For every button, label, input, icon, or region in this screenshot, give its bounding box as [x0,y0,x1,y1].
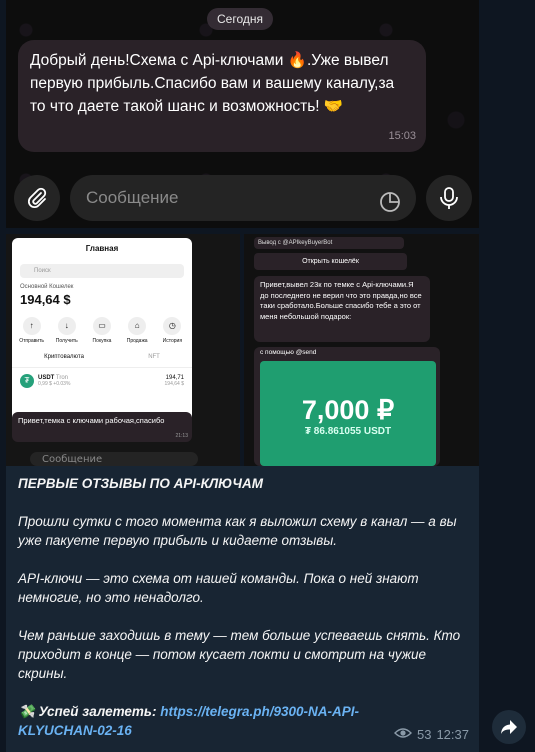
mini-message-field: Сообщение [30,452,198,466]
wallet-action: ▭ Покупка [85,317,119,344]
action-label: Отправить [19,338,44,344]
tab-nft: NFT [148,354,160,360]
via-label: с помощью @send [260,349,317,356]
wallet-app-image: Главная Поиск Основной Кошелек 194,64 $ … [12,238,192,440]
card-icon: ▭ [92,317,111,335]
post-paragraph: Чем раньше заходишь в тему — тем больше … [18,628,461,681]
post-title: ПЕРВЫЕ ОТЗЫВЫ ПО API-КЛЮЧАМ [18,476,263,491]
sticker-icon [378,186,402,228]
wallet-action: ◷ История [155,317,189,344]
check-card: с помощью @send 7,000 ₽ ₮ 86.861055 USDT [254,347,440,466]
post-paragraph: API-ключи — это схема от нашей команды. … [18,571,419,605]
tab-crypto: Криптовалюта [44,354,84,360]
post-paragraph: Прошли сутки с того момента как я выложи… [18,514,457,548]
action-label: Получить [55,338,78,344]
caption-time: 21:13 [175,433,188,439]
views-count: 53 [416,727,432,742]
channel-post: ПЕРВЫЕ ОТЗЫВЫ ПО API-КЛЮЧАМ Прошли сутки… [6,466,479,752]
tether-icon: ₮ [20,374,34,388]
cta-label: Успей залететь: [38,704,157,719]
date-badge: Сегодня [207,8,273,30]
action-label: История [162,338,183,344]
wallet-title: Главная [85,244,119,253]
wallet-balance: 194,64 $ [20,292,71,307]
action-label: Покупка [92,338,112,344]
wallet-action: ↑ Отправить [15,317,49,344]
asset-row: ₮ USDT Tron 0,99 $ +0.03% 194,71 194,64 … [12,368,192,394]
message-placeholder: Сообщение [86,188,179,207]
wallet-action: ↓ Получить [50,317,84,344]
open-wallet-button-image: Открыть кошелёк [254,253,407,270]
caption-text: Привет,темка с ключами рабочая,спасибо [18,416,165,425]
post-cta: 💸 Успей залететь: https://telegra.ph/930… [18,702,388,740]
wallet-header: Главная [12,238,192,260]
message-field-image: Сообщение [70,175,416,221]
action-label: Продажа [126,338,148,344]
check-image: 7,000 ₽ ₮ 86.861055 USDT [260,361,436,466]
post-meta: 53 12:37 [393,725,469,744]
wallet-actions: ↑ Отправить ↓ Получить ▭ Покупка ⌂ Продажа ◷… [12,317,192,344]
forward-icon [501,720,517,734]
send-icon: ↑ [22,317,41,335]
check-message: Привет,вывел 23к по темке с Api-ключами.… [254,276,430,342]
attach-icon [14,175,60,221]
wallet-caption: Привет,темка с ключами рабочая,спасибо 2… [12,412,192,442]
screenshot-image-review-1[interactable]: Сегодня Добрый день!Схема с Api-ключами … [6,0,479,228]
asset-value: 194,64 $ [164,381,184,387]
money-icon: 💸 [18,704,35,719]
mini-input-bar: Сообщение [6,450,240,466]
bot-header-text: Вывод с @APIkeyBuyerBot [258,240,333,246]
post-time: 12:37 [436,727,469,742]
screenshot-image-wallet[interactable]: Главная Поиск Основной Кошелек 194,64 $ … [6,234,240,466]
wallet-action: ⌂ Продажа [120,317,154,344]
message-input-bar: Сообщение [14,172,472,221]
chat-view: Сегодня Добрый день!Схема с Api-ключами … [0,0,535,752]
asset-sub: 0,99 $ +0.03% [38,381,71,387]
views-icon [393,725,412,744]
message-time: 15:03 [388,130,416,142]
bank-icon: ⌂ [128,317,147,335]
microphone-icon [426,175,472,221]
forward-button[interactable] [492,710,526,744]
wallet-search: Поиск [20,264,184,278]
check-message-text: Привет,вывел 23к по темке с Api-ключами.… [260,280,422,321]
check-usdt: ₮ 86.861055 USDT [304,426,392,437]
check-amount: 7,000 ₽ [301,395,395,425]
message-bubble: Добрый день!Схема с Api-ключами 🔥.Уже вы… [18,40,426,152]
history-icon: ◷ [163,317,182,335]
bot-header: Вывод с @APIkeyBuyerBot [254,237,404,249]
message-text: Добрый день!Схема с Api-ключами 🔥.Уже вы… [30,52,395,115]
wallet-name: Основной Кошелек [20,284,74,290]
screenshot-image-check[interactable]: Вывод с @APIkeyBuyerBot Открыть кошелёк … [244,234,479,466]
receive-icon: ↓ [57,317,76,335]
wallet-tabs: Криптовалюта NFT [12,354,192,368]
